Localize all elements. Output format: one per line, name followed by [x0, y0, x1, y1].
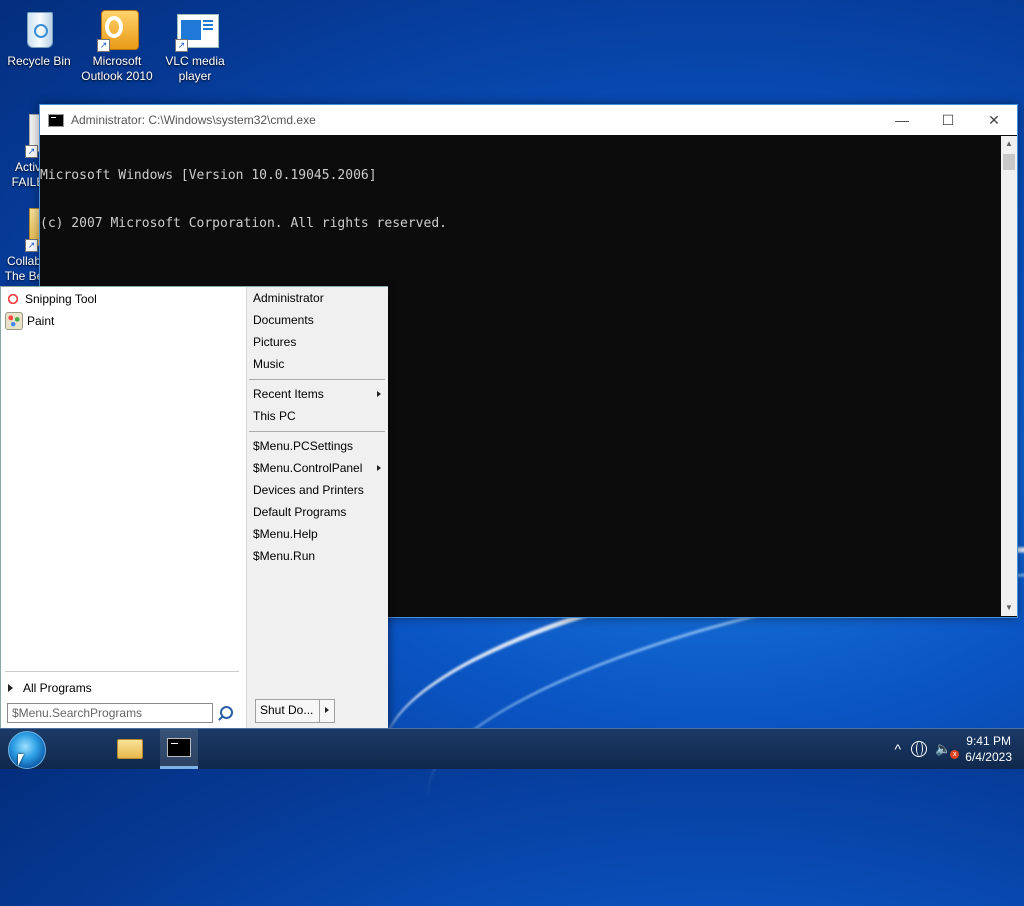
menu-item-control-panel[interactable]: $Menu.ControlPanel — [253, 457, 383, 479]
search-programs-input[interactable]: $Menu.SearchPrograms — [7, 703, 213, 723]
scroll-thumb[interactable] — [1003, 154, 1015, 170]
folder-icon: ↗ — [0, 208, 47, 252]
start-menu-programs-pane: Snipping Tool Paint All Programs $Menu.S… — [1, 287, 245, 729]
desktop-icon-vlc[interactable]: ↗ VLC media player — [156, 8, 234, 84]
cmd-icon — [48, 113, 64, 127]
divider — [249, 379, 385, 380]
shortcut-arrow-icon: ↗ — [97, 39, 110, 52]
cmd-icon — [167, 738, 191, 757]
scroll-up-icon[interactable]: ▲ — [1001, 136, 1017, 152]
mouse-cursor-icon — [18, 754, 24, 766]
program-paint[interactable]: Paint — [5, 310, 54, 332]
all-programs-label: All Programs — [23, 681, 92, 695]
shortcut-arrow-icon: ↗ — [175, 39, 188, 52]
desktop-icon-label: Collab The Be — [4, 254, 44, 283]
menu-item-help[interactable]: $Menu.Help — [253, 523, 383, 545]
clock[interactable]: 9:41 PM 6/4/2023 — [965, 733, 1012, 765]
menu-item-pc-settings[interactable]: $Menu.PCSettings — [253, 435, 383, 457]
expand-arrow-icon — [8, 684, 13, 692]
system-tray: ^ 🔈 x 9:41 PM 6/4/2023 — [895, 729, 1024, 769]
recycle-bin-icon — [19, 8, 59, 52]
start-menu: Snipping Tool Paint All Programs $Menu.S… — [0, 286, 388, 730]
menu-item-pictures[interactable]: Pictures — [253, 331, 383, 353]
scroll-down-icon[interactable]: ▼ — [1001, 600, 1017, 616]
start-menu-places-pane: Administrator Documents Pictures Music R… — [246, 287, 388, 729]
divider — [249, 431, 385, 432]
taskbar: ^ 🔈 x 9:41 PM 6/4/2023 — [0, 728, 1024, 769]
network-globe-icon[interactable] — [911, 741, 928, 757]
taskbar-file-explorer[interactable] — [112, 729, 148, 769]
app-icon: ↗ — [0, 114, 47, 158]
console-line: Microsoft Windows [Version 10.0.19045.20… — [40, 168, 377, 183]
cmd-title-bar[interactable]: Administrator: C:\Windows\system32\cmd.e… — [40, 105, 1017, 135]
vlc-icon: ↗ — [175, 8, 219, 52]
shortcut-arrow-icon: ↗ — [25, 239, 38, 252]
shutdown-button[interactable]: Shut Do... — [256, 700, 321, 722]
desktop-icon-recycle-bin[interactable]: Recycle Bin — [0, 8, 78, 69]
menu-item-recent-items[interactable]: Recent Items — [253, 383, 383, 405]
submenu-arrow-icon — [377, 391, 381, 397]
speaker-icon: 🔈 — [935, 741, 952, 756]
desktop-icon-label: Recycle Bin — [7, 54, 71, 68]
search-icon[interactable] — [220, 706, 233, 719]
program-label: Paint — [27, 314, 55, 328]
taskbar-cmd[interactable] — [160, 729, 198, 769]
menu-item-label: Recent Items — [253, 387, 324, 401]
divider — [5, 671, 239, 672]
program-label: Snipping Tool — [25, 292, 97, 306]
close-button[interactable]: ✕ — [971, 105, 1017, 135]
menu-item-run[interactable]: $Menu.Run — [253, 545, 383, 567]
menu-item-default-programs[interactable]: Default Programs — [253, 501, 383, 523]
desktop-icon-label: VLC media player — [165, 54, 225, 83]
menu-item-this-pc[interactable]: This PC — [253, 405, 383, 427]
menu-item-label: $Menu.ControlPanel — [253, 461, 363, 475]
menu-item-administrator[interactable]: Administrator — [253, 287, 383, 309]
console-line: (c) 2007 Microsoft Corporation. All righ… — [40, 216, 447, 231]
menu-item-documents[interactable]: Documents — [253, 309, 383, 331]
mute-badge-icon: x — [950, 750, 960, 759]
menu-item-music[interactable]: Music — [253, 353, 383, 375]
snipping-tool-icon — [5, 291, 21, 307]
paint-icon — [5, 312, 23, 330]
all-programs-button[interactable]: All Programs — [5, 679, 92, 697]
window-title: Administrator: C:\Windows\system32\cmd.e… — [71, 113, 316, 127]
show-hidden-icons-chevron-icon[interactable]: ^ — [895, 741, 902, 757]
desktop-icon-label: Microsoft Outlook 2010 — [81, 54, 153, 83]
vertical-scrollbar[interactable]: ▲ ▼ — [1001, 136, 1017, 616]
minimize-button[interactable]: — — [879, 105, 925, 135]
maximize-button[interactable]: ☐ — [925, 105, 971, 135]
folder-icon — [117, 739, 143, 759]
shutdown-button-group: Shut Do... — [255, 699, 336, 723]
menu-item-devices-printers[interactable]: Devices and Printers — [253, 479, 383, 501]
submenu-arrow-icon — [377, 465, 381, 471]
shortcut-arrow-icon: ↗ — [25, 145, 38, 158]
program-snipping-tool[interactable]: Snipping Tool — [5, 288, 97, 310]
desktop-icon-outlook[interactable]: ↗ Microsoft Outlook 2010 — [78, 8, 156, 84]
start-button[interactable] — [8, 731, 46, 769]
clock-date: 6/4/2023 — [965, 750, 1012, 764]
shutdown-options-arrow-icon[interactable] — [320, 700, 334, 722]
clock-time: 9:41 PM — [966, 734, 1011, 748]
outlook-icon: ↗ — [97, 8, 139, 52]
volume-icon[interactable]: 🔈 x — [935, 741, 960, 759]
